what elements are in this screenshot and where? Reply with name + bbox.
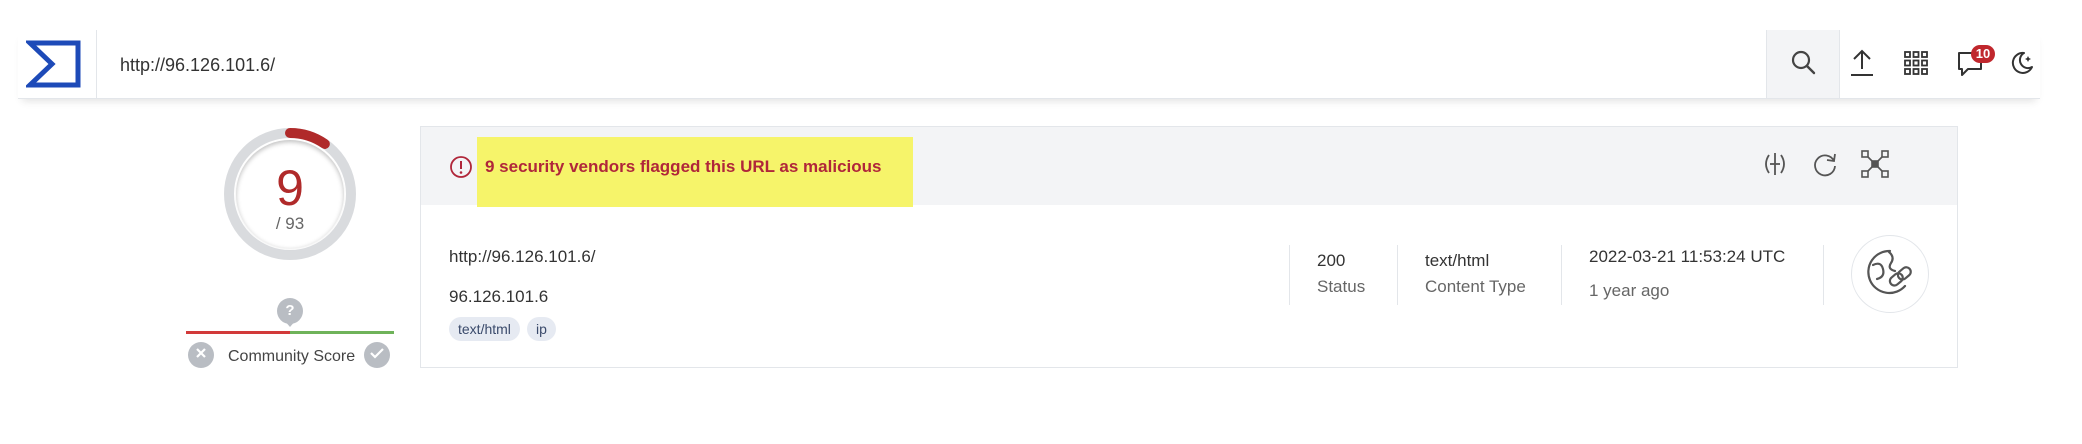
divider: [1561, 245, 1562, 305]
alert-banner: 9 security vendors flagged this URL as m…: [421, 127, 1957, 207]
upload-icon: [1848, 48, 1876, 83]
detection-count: 9: [276, 160, 304, 216]
top-bar: 10: [18, 30, 2040, 99]
divider: [1823, 245, 1824, 305]
search-icon: [1789, 48, 1817, 81]
moon-icon: [2008, 49, 2036, 82]
apps-grid-icon: [1903, 50, 1929, 81]
graph-icon: [1860, 149, 1890, 184]
alert-circle-icon: [449, 155, 473, 179]
content-type-value: text/html: [1425, 251, 1490, 270]
http-status-label: Status: [1317, 277, 1366, 296]
url-link-globe-icon: [1865, 247, 1915, 302]
compare-icon: [1760, 151, 1790, 182]
tag-ip[interactable]: ip: [527, 317, 556, 341]
detection-total: / 93: [275, 214, 305, 233]
divider: [96, 30, 97, 98]
http-status-value: 200: [1317, 251, 1346, 270]
scan-date-value: 2022-03-21 11:53:24 UTC: [1589, 247, 1786, 266]
vote-harmless-button[interactable]: [364, 342, 390, 368]
community-score-label: Community Score: [228, 348, 356, 365]
content-type-label: Content Type: [1425, 277, 1526, 296]
notification-count-badge: 10: [1971, 45, 1995, 63]
community-score-bar: [186, 331, 394, 334]
compare-button[interactable]: [1757, 149, 1793, 183]
divider: [1397, 245, 1398, 305]
upload-button[interactable]: [1846, 49, 1878, 81]
search-input[interactable]: [118, 49, 1422, 81]
theme-toggle-button[interactable]: [2006, 49, 2038, 81]
check-icon: [369, 346, 385, 365]
detection-score-gauge: 9 / 93: [220, 124, 360, 264]
community-score-pin: [284, 320, 296, 327]
reanalyze-button[interactable]: [1807, 149, 1843, 183]
search-button[interactable]: [1766, 30, 1840, 98]
divider: [1289, 245, 1290, 305]
alert-message: 9 security vendors flagged this URL as m…: [485, 157, 882, 176]
notifications-button[interactable]: 10: [1954, 45, 1995, 81]
tag-content-type[interactable]: text/html: [449, 317, 520, 341]
reanalyze-icon: [1810, 149, 1840, 184]
close-icon: [194, 346, 208, 365]
url-type-badge: [1851, 235, 1929, 313]
scanned-url: http://96.126.101.6/: [449, 247, 596, 266]
vote-malicious-button[interactable]: [188, 342, 214, 368]
virustotal-logo-icon[interactable]: [23, 39, 82, 89]
scanned-host[interactable]: 96.126.101.6: [449, 287, 548, 307]
apps-button[interactable]: [1900, 49, 1932, 81]
scan-date-relative: 1 year ago: [1589, 281, 1670, 300]
graph-button[interactable]: [1857, 149, 1893, 183]
url-summary-card: 9 security vendors flagged this URL as m…: [420, 126, 1958, 368]
